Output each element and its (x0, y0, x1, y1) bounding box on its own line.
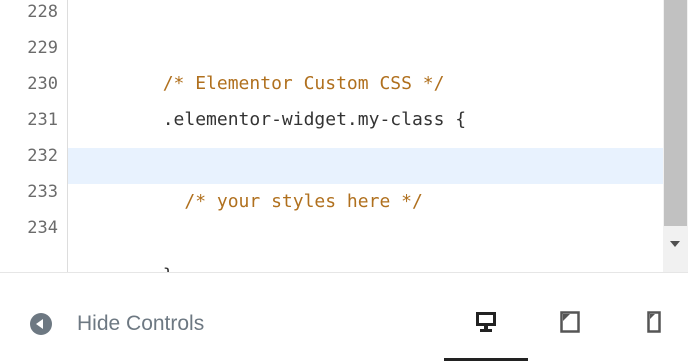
chevron-left-circle-icon (30, 313, 52, 335)
tablet-icon (560, 311, 580, 333)
mobile-icon (647, 311, 661, 333)
line-number: 231 (27, 110, 58, 130)
panel-footer: Hide Controls (0, 272, 688, 361)
device-tablet-button[interactable] (540, 295, 600, 361)
hide-controls-button[interactable]: Hide Controls (30, 309, 204, 339)
line-number: 229 (27, 38, 58, 58)
device-desktop-button[interactable] (444, 295, 528, 361)
code-editor[interactable]: 228 229 230 231 232 233 234 /* Elementor… (0, 0, 688, 272)
code-lines[interactable]: /* Elementor Custom CSS */ .elementor-wi… (68, 0, 663, 272)
scroll-down-arrow-icon[interactable] (670, 241, 680, 247)
code-line-text: } (155, 265, 174, 272)
device-mobile-button[interactable] (632, 295, 676, 361)
line-number: 230 (27, 74, 58, 94)
desktop-icon (476, 312, 496, 332)
code-line[interactable]: .elementor-widget.my-class { (68, 66, 663, 130)
code-line[interactable]: } (68, 222, 663, 272)
scrollbar-thumb[interactable] (664, 0, 687, 226)
code-line[interactable] (68, 102, 663, 138)
line-number: 228 (27, 2, 58, 22)
code-line[interactable] (68, 0, 663, 30)
line-number: 232 (27, 146, 58, 166)
vertical-scrollbar[interactable] (663, 0, 688, 272)
code-line[interactable] (68, 184, 663, 220)
line-number-gutter: 228 229 230 231 232 233 234 (0, 0, 68, 272)
hide-controls-label: Hide Controls (77, 312, 205, 335)
line-number: 233 (27, 182, 58, 202)
code-line-active[interactable]: /* your styles here */ (68, 148, 663, 212)
code-line[interactable]: /* Elementor Custom CSS */ (68, 30, 663, 94)
line-number: 234 (27, 218, 58, 238)
custom-css-panel: 228 229 230 231 232 233 234 /* Elementor… (0, 0, 688, 361)
